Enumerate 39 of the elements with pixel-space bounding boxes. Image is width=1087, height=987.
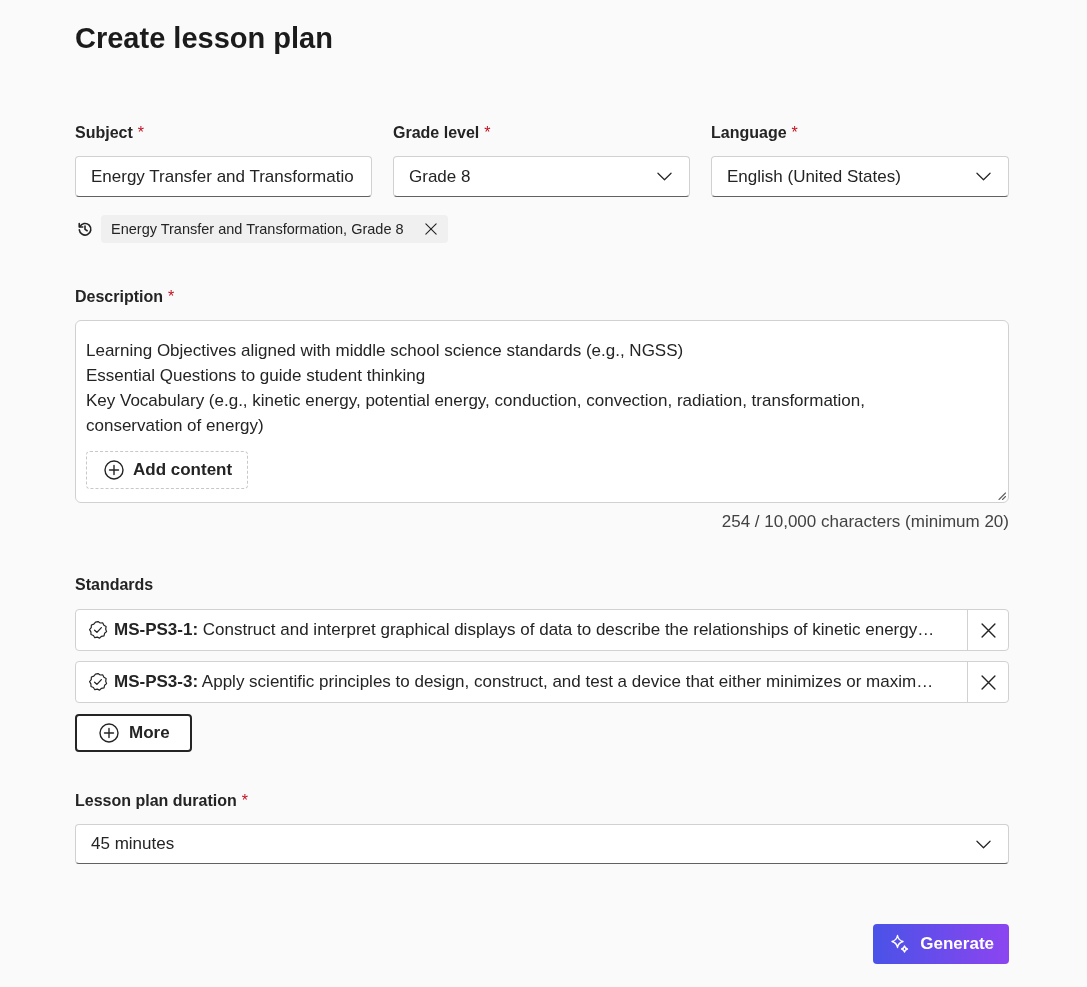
check-badge-icon <box>88 672 108 692</box>
check-badge-icon <box>88 620 108 640</box>
description-text: Learning Objectives aligned with middle school science standards (e.g., NGSS) Essential Questions to guide student thinking Key Vocabulary (e.g., kinetic energy, potential energy, conduction, convection, radiation, transformation, conservation of energy) <box>86 340 866 437</box>
generate-button[interactable]: Generate <box>873 924 1009 964</box>
plus-circle-icon <box>99 723 119 743</box>
field-label: Lesson plan duration <box>75 791 237 811</box>
chevron-down-icon <box>657 172 672 181</box>
close-icon <box>980 622 996 638</box>
add-content-button[interactable]: Add content <box>86 451 249 489</box>
dropdown[interactable]: 45 minutes <box>75 824 1009 864</box>
required-mark: * <box>791 123 798 143</box>
standard-text: MS-PS3-1: Construct and interpret graphical displays of data to describe the relationships of kinetic energy… <box>114 620 935 640</box>
plus-circle-icon <box>104 460 124 480</box>
field-label: Subject <box>75 123 133 143</box>
chevron-down-icon <box>976 839 991 849</box>
field-label: Language <box>711 123 787 143</box>
field-label: Grade level <box>393 123 480 143</box>
close-icon <box>424 223 437 235</box>
history-icon <box>77 221 93 237</box>
required-mark: * <box>168 287 175 307</box>
field-label: Standards <box>75 575 154 595</box>
remove-button[interactable] <box>423 222 438 236</box>
dropdown[interactable]: Grade 8 <box>393 156 690 197</box>
required-mark: * <box>241 791 249 811</box>
required-mark: * <box>484 123 491 143</box>
sparkle-icon <box>890 934 911 954</box>
description-field[interactable] <box>75 320 1009 503</box>
chevron-down-icon <box>976 172 991 181</box>
close-icon <box>980 674 996 690</box>
dropdown[interactable]: English (United States) <box>711 156 1009 197</box>
recent-subject-chip[interactable]: Energy Transfer and Transformation, Grade 8 <box>101 215 448 243</box>
resize-grip-icon <box>998 492 1006 500</box>
more-button[interactable]: More <box>75 714 192 752</box>
field-label: Description <box>75 287 163 307</box>
standard-text: MS-PS3-3: Apply scientific principles to design, construct, and test a device that either minimizes or maxim… <box>114 672 934 692</box>
page-title: Create lesson plan <box>75 21 334 56</box>
text-input[interactable]: Energy Transfer and Transformatio <box>75 156 372 197</box>
character-counter: 254 / 10,000 characters (minimum 20) <box>720 511 1009 533</box>
required-mark: * <box>137 123 145 143</box>
